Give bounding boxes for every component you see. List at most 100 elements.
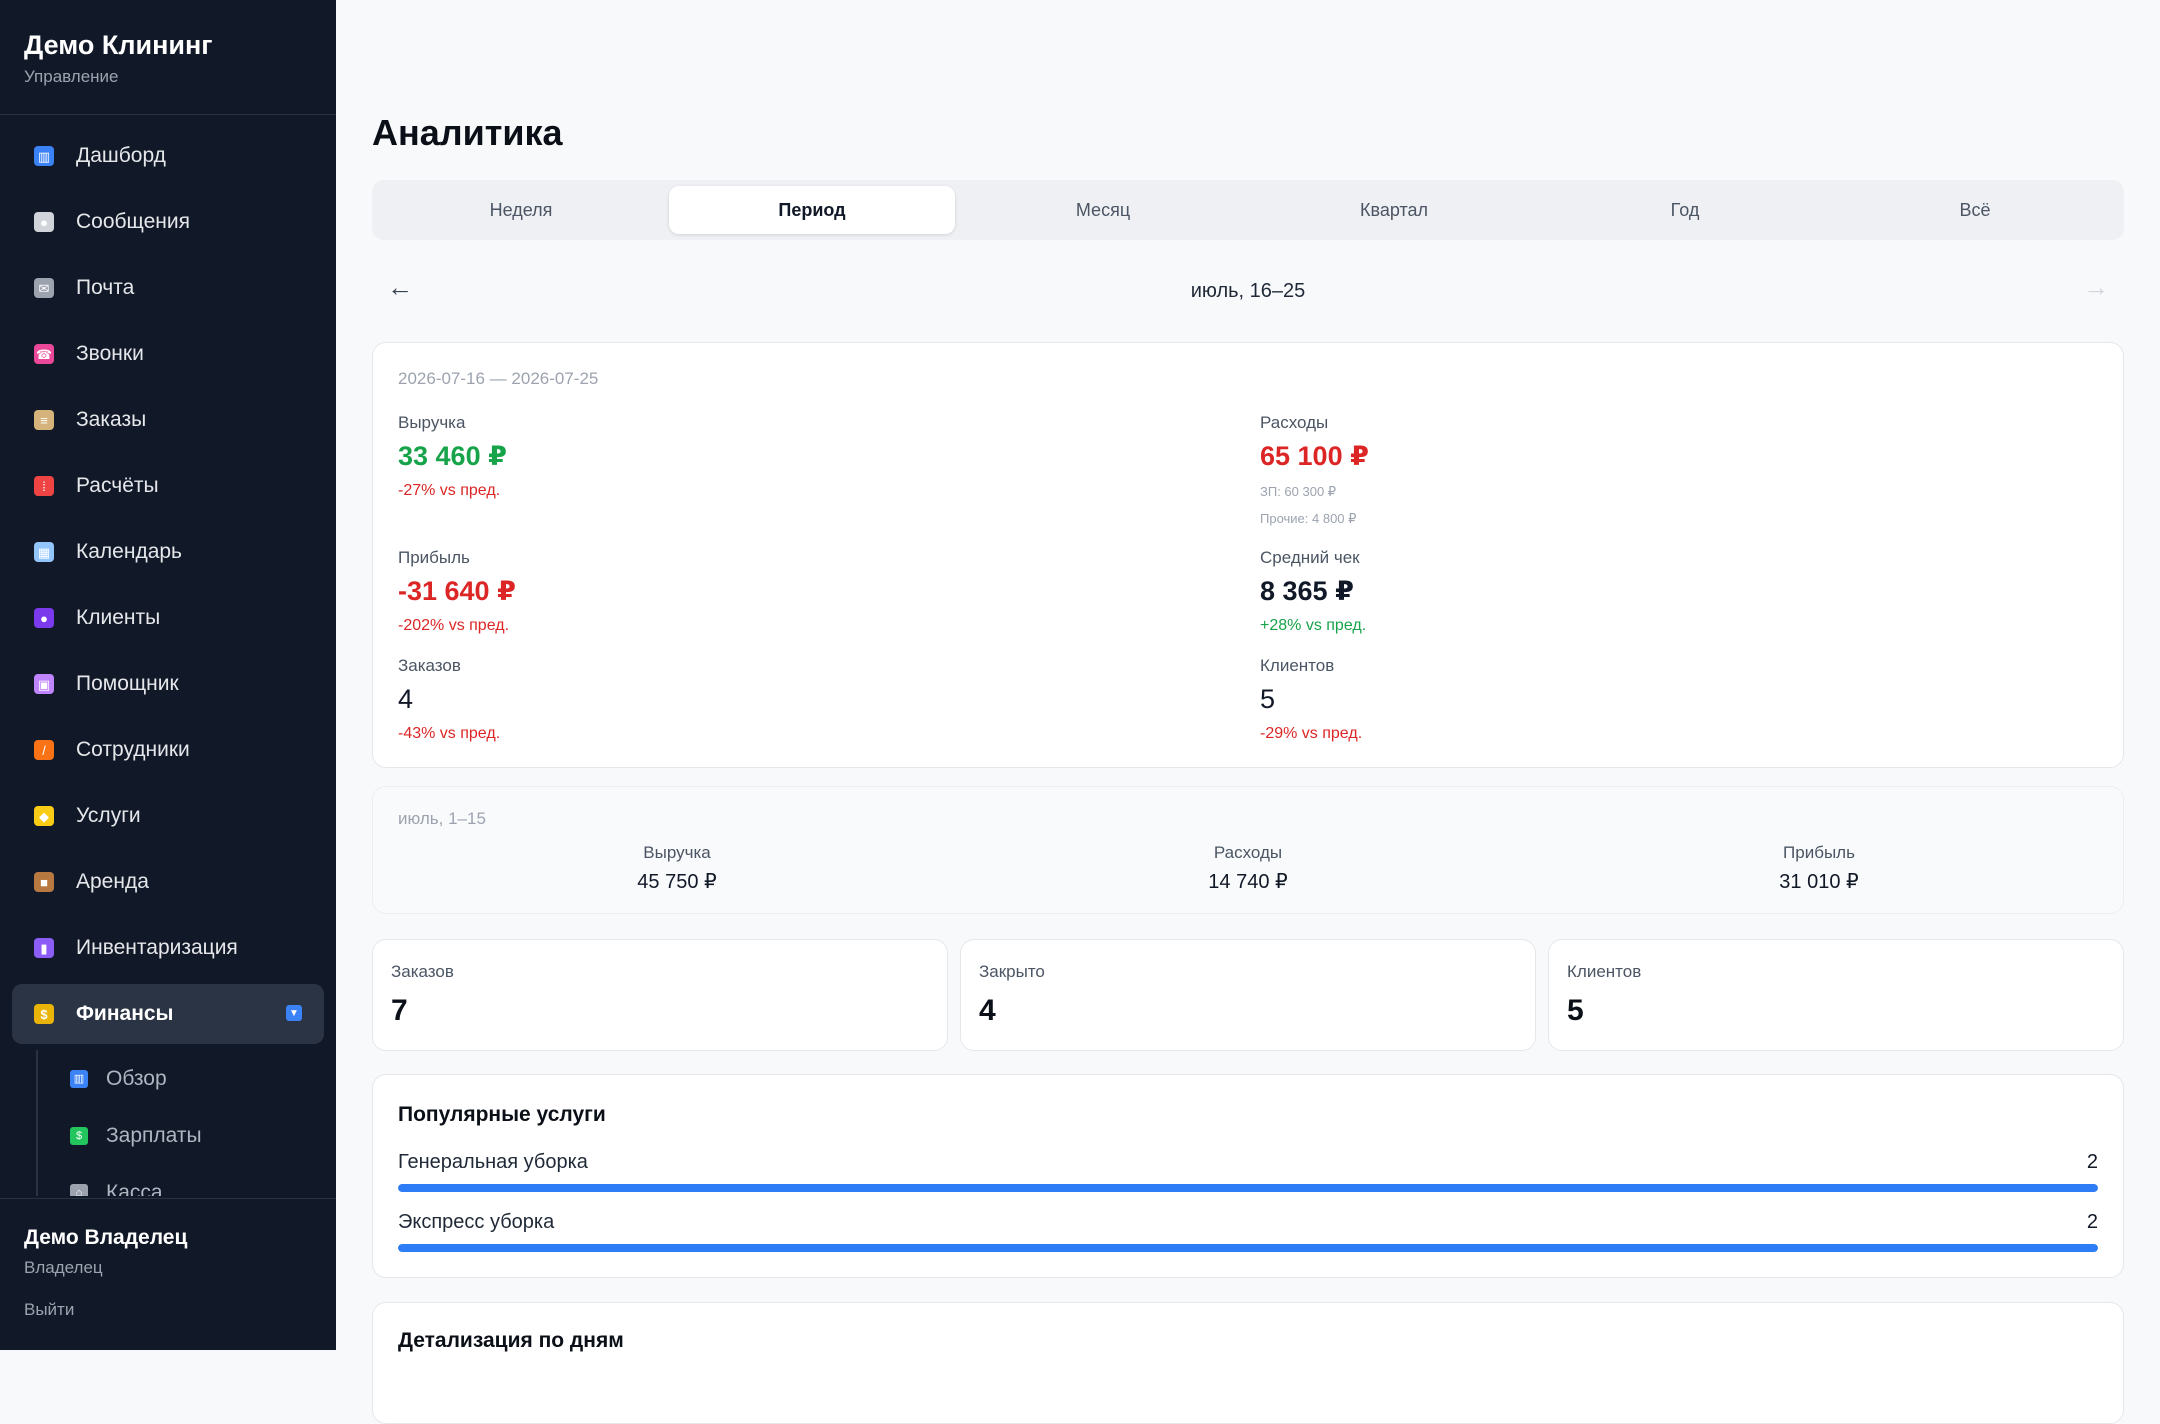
sidebar-item-inventory[interactable]: ▮ Инвентаризация	[12, 918, 324, 978]
people-icon: ●	[34, 608, 54, 628]
sidebar-item-label: Расчёты	[76, 474, 159, 497]
metric-value: 4	[398, 684, 414, 714]
abacus-icon: ⁞	[34, 476, 54, 496]
sidebar-subitem-cashbox[interactable]: ⌂ Касса	[38, 1164, 324, 1196]
metric-label: Средний чек	[1260, 548, 1360, 567]
service-name: Экспресс уборка	[398, 1211, 555, 1233]
metric-delta: -202% vs пред.	[398, 617, 510, 634]
money-bag-icon: $	[34, 1004, 54, 1024]
expenses-metric: Расходы 65 100 ₽ ЗП: 60 300 ₽ Прочие: 4 …	[1260, 413, 1369, 527]
previous-profit: Прибыль 31 010 ₽	[1669, 843, 1969, 894]
metric-delta: -43% vs пред.	[398, 725, 501, 742]
metric-label: Выручка	[398, 413, 466, 432]
tab-week[interactable]: Неделя	[378, 186, 664, 234]
profit-metric: Прибыль -31 640 ₽ -202% vs пред.	[398, 548, 516, 635]
brand-title: Демо Клининг	[24, 30, 213, 60]
sidebar-item-label: Заказы	[76, 408, 147, 431]
sidebar-item-calculations[interactable]: ⁞ Расчёты	[12, 456, 324, 516]
period-navigator: ← июль, 16–25 →	[372, 272, 2124, 312]
brand: Демо Клининг Управление	[24, 30, 213, 87]
service-count: 2	[2086, 1211, 2098, 1233]
sidebar-item-label: Звонки	[76, 342, 144, 365]
sidebar-item-calls[interactable]: ☎ Звонки	[12, 324, 324, 384]
sidebar-item-label: Клиенты	[76, 606, 161, 629]
sidebar-item-assistant[interactable]: ▣ Помощник	[12, 654, 324, 714]
box-icon: ■	[34, 872, 54, 892]
cash-icon: $	[70, 1126, 88, 1145]
sidebar-item-calendar[interactable]: ▦ Календарь	[12, 522, 324, 582]
sidebar-item-label: Почта	[76, 276, 135, 299]
sidebar-subitem-overview[interactable]: ▥ Обзор	[38, 1050, 324, 1107]
period-tabs: Неделя Период Месяц Квартал Год Всё	[372, 180, 2124, 240]
revenue-metric: Выручка 33 460 ₽ -27% vs пред.	[398, 413, 507, 500]
sidebar-item-finance[interactable]: $ Финансы ▼	[12, 984, 324, 1044]
compare-value: 31 010 ₽	[1779, 871, 1859, 893]
previous-expenses: Расходы 14 740 ₽	[1098, 843, 1398, 894]
sidebar-item-label: Сотрудники	[76, 738, 190, 761]
previous-range: июль, 1–15	[398, 809, 486, 828]
stat-value: 7	[391, 994, 408, 1027]
sidebar-item-label: Дашборд	[76, 144, 166, 167]
metric-delta: +28% vs пред.	[1260, 617, 1367, 634]
popular-services-card: Популярные услуги Генеральная уборка 2 Э…	[372, 1074, 2124, 1278]
metric-delta: -27% vs пред.	[398, 482, 501, 499]
sidebar-item-messages[interactable]: ● Сообщения	[12, 192, 324, 252]
compare-label: Прибыль	[1783, 843, 1855, 862]
metric-value: -31 640 ₽	[398, 576, 516, 606]
phone-icon: ☎	[34, 344, 54, 364]
sidebar-nav: ▥ Дашборд ● Сообщения ✉ Почта ☎ Звонки ≡…	[12, 126, 324, 1196]
stat-card-clients: Клиентов 5	[1548, 939, 2124, 1051]
clients-metric: Клиентов 5 -29% vs пред.	[1260, 656, 1362, 743]
tab-month[interactable]: Месяц	[960, 186, 1246, 234]
sidebar-item-rent[interactable]: ■ Аренда	[12, 852, 324, 912]
user-block: Демо Владелец Владелец Выйти	[24, 1226, 187, 1320]
next-period-button[interactable]: →	[2076, 272, 2116, 303]
tab-year[interactable]: Год	[1542, 186, 1828, 234]
sidebar-item-orders[interactable]: ≡ Заказы	[12, 390, 324, 450]
summary-card: 2026-07-16 — 2026-07-25 Выручка 33 460 ₽…	[372, 342, 2124, 768]
column-icon: ▮	[34, 938, 54, 958]
other-breakdown: Прочие: 4 800 ₽	[1260, 511, 1357, 526]
page-title: Аналитика	[372, 112, 563, 153]
stat-label: Заказов	[391, 962, 454, 981]
previous-revenue: Выручка 45 750 ₽	[527, 843, 827, 894]
tab-period[interactable]: Период	[669, 186, 955, 234]
metric-value: 8 365 ₽	[1260, 576, 1354, 606]
bank-icon: ⌂	[70, 1183, 88, 1196]
tab-all[interactable]: Всё	[1832, 186, 2118, 234]
sidebar: Демо Клининг Управление ▥ Дашборд ● Сооб…	[0, 0, 336, 1350]
chevron-down-icon[interactable]: ▼	[286, 1005, 302, 1021]
sidebar-subitem-label: Касса	[106, 1180, 163, 1197]
metric-label: Прибыль	[398, 548, 470, 567]
tag-icon: ◆	[34, 806, 54, 826]
compare-label: Выручка	[643, 843, 711, 862]
period-label: июль, 16–25	[1190, 280, 1306, 302]
brand-subtitle: Управление	[24, 67, 119, 86]
broom-icon: /	[34, 740, 54, 760]
sidebar-item-services[interactable]: ◆ Услуги	[12, 786, 324, 846]
orders-metric: Заказов 4 -43% vs пред.	[398, 656, 500, 743]
chart-icon: ▥	[34, 146, 54, 166]
stat-card-closed: Закрыто 4	[960, 939, 1536, 1051]
summary-range: 2026-07-16 — 2026-07-25	[398, 369, 599, 388]
sidebar-subitem-salaries[interactable]: $ Зарплаты	[38, 1107, 324, 1164]
tab-quarter[interactable]: Квартал	[1251, 186, 1537, 234]
user-name: Демо Владелец	[24, 1226, 188, 1249]
stat-label: Клиентов	[1567, 962, 1642, 981]
sidebar-item-label: Инвентаризация	[76, 936, 238, 959]
sidebar-item-clients[interactable]: ● Клиенты	[12, 588, 324, 648]
metric-label: Расходы	[1260, 413, 1329, 432]
service-bar	[398, 1244, 2098, 1252]
speech-bubble-icon: ●	[34, 212, 54, 232]
logout-link[interactable]: Выйти	[24, 1300, 187, 1320]
section-title: Детализация по дням	[398, 1329, 624, 1352]
section-title: Популярные услуги	[398, 1103, 606, 1126]
sidebar-subitem-label: Зарплаты	[106, 1123, 202, 1147]
service-name: Генеральная уборка	[398, 1151, 588, 1173]
sidebar-item-staff[interactable]: / Сотрудники	[12, 720, 324, 780]
sidebar-item-mail[interactable]: ✉ Почта	[12, 258, 324, 318]
sidebar-footer-divider	[0, 1198, 336, 1199]
sidebar-item-dashboard[interactable]: ▥ Дашборд	[12, 126, 324, 186]
metric-delta: -29% vs пред.	[1260, 725, 1363, 742]
finance-submenu: ▥ Обзор $ Зарплаты ⌂ Касса	[36, 1050, 324, 1196]
